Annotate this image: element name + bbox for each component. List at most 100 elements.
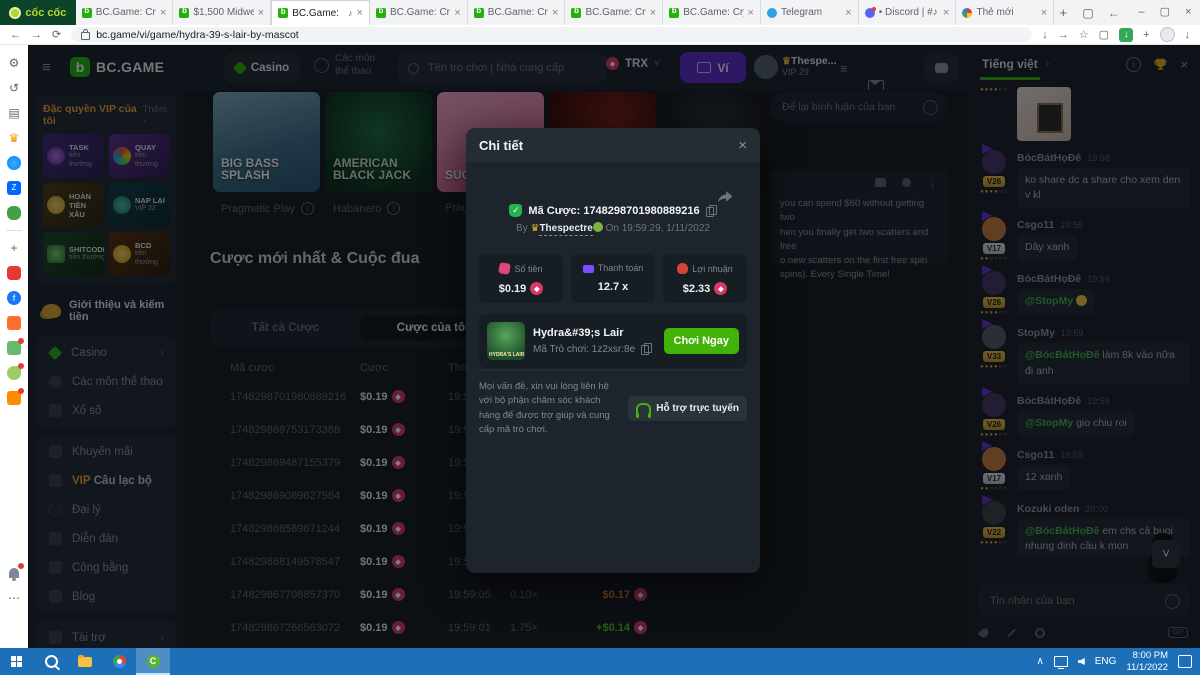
support-text: Mọi vấn đề, xin vui lòng liên hệ với bộ … (479, 380, 620, 437)
browser-tab[interactable]: BC.Game: Cryp× (468, 0, 566, 25)
crown-icon[interactable]: ♛ (6, 130, 22, 146)
modal-header: Chi tiết × (466, 128, 760, 162)
recently-closed-icon[interactable]: ← (1108, 6, 1120, 20)
system-tray: ∧ ENG 8:00 PM11/1/2022 (1036, 650, 1200, 674)
tab-close-icon[interactable]: × (650, 7, 656, 19)
copy-icon[interactable] (706, 205, 717, 217)
youtube-icon[interactable] (6, 265, 22, 281)
url-text[interactable]: bc.game/vi/game/hydra-39-s-lair-by-masco… (96, 29, 298, 41)
shop-icon[interactable] (6, 315, 22, 331)
play-now-button[interactable]: Chơi Ngay (664, 328, 740, 354)
reload-icon[interactable]: ⟳ (52, 28, 61, 41)
bcgame-favicon (179, 8, 189, 18)
window-maximize-button[interactable]: ▢ (1153, 0, 1176, 25)
facebook-icon[interactable]: f (6, 290, 22, 306)
reading-list-icon[interactable]: ▤ (6, 105, 22, 121)
browser-navbar: ← → ⟳ bc.game/vi/game/hydra-39-s-lair-by… (0, 25, 1200, 45)
more-dots-icon[interactable]: ⋯ (6, 590, 22, 606)
tab-close-icon[interactable]: × (357, 7, 363, 19)
taskbar-search-icon[interactable] (34, 648, 68, 675)
tab-close-icon[interactable]: × (943, 7, 949, 19)
start-button[interactable] (0, 648, 34, 675)
back-icon[interactable]: ← (10, 29, 21, 41)
add-sidebar-icon[interactable]: + (6, 240, 22, 256)
input-language[interactable]: ENG (1095, 656, 1117, 667)
copy-icon[interactable] (641, 343, 652, 355)
taskbar-clock[interactable]: 8:00 PM11/1/2022 (1126, 650, 1168, 674)
wallet-icon (583, 265, 594, 273)
tab-close-icon[interactable]: × (258, 7, 264, 19)
tab-close-icon[interactable]: × (552, 7, 558, 19)
bet-stats: Số tiền $0.19◆ Thanh toán 12.7 x Lợi nhu… (479, 254, 747, 303)
tab-audio-icon[interactable]: ♪ (348, 8, 353, 18)
browser-tab[interactable]: $1,500 Midwe× (173, 0, 271, 25)
gift-icon[interactable] (6, 340, 22, 356)
download-tray-icon[interactable]: ↓ (1042, 29, 1048, 41)
browser-tab[interactable]: BC.Game: Cryp× (76, 0, 174, 25)
action-center-icon[interactable] (1178, 655, 1192, 668)
sprout-icon[interactable] (6, 365, 22, 381)
modal-title: Chi tiết (479, 138, 523, 153)
bet-by-row: By ♛Thespectre On 19:59:29, 1/11/2022 (466, 222, 760, 234)
headset-icon (636, 403, 651, 414)
windows-taskbar: C ∧ ENG 8:00 PM11/1/2022 (0, 648, 1200, 675)
tab-close-icon[interactable]: × (748, 7, 754, 19)
bcgame-favicon (82, 8, 92, 18)
shield-icon[interactable]: ▢ (1099, 28, 1109, 41)
coccoc-taskbar-icon[interactable]: C (136, 648, 170, 675)
tab-close-icon[interactable]: × (160, 7, 166, 19)
downloader-icon[interactable]: ↓ (1119, 28, 1133, 42)
window-minimize-button[interactable]: – (1130, 0, 1153, 25)
browser-profile-icon[interactable] (1160, 27, 1175, 42)
tray-expand-icon[interactable]: ∧ (1036, 656, 1043, 667)
browser-tab[interactable]: Telegram× (761, 0, 859, 25)
volume-icon[interactable] (1078, 658, 1085, 665)
bet-datetime: 19:59:29, 1/11/2022 (622, 223, 710, 234)
live-support-button[interactable]: Hỗ trợ trực tuyến (628, 396, 747, 421)
messenger-icon[interactable] (6, 155, 22, 171)
network-icon[interactable] (1054, 656, 1068, 667)
share-icon[interactable]: → (1058, 29, 1069, 41)
divider (479, 370, 747, 371)
tab-close-icon[interactable]: × (1041, 7, 1047, 19)
verified-shield-icon: ✓ (509, 204, 522, 217)
bookmark-star-icon[interactable]: ☆ (1079, 28, 1089, 41)
history-icon[interactable]: ↺ (6, 80, 22, 96)
trx-coin-icon: ◆ (530, 282, 543, 295)
zalo-icon[interactable]: Z (6, 180, 22, 196)
support-row: Mọi vấn đề, xin vui lòng liên hệ với bộ … (479, 380, 747, 437)
modal-close-icon[interactable]: × (738, 137, 747, 154)
new-tab-button[interactable]: + (1054, 0, 1072, 25)
extensions-icon[interactable]: + (1143, 29, 1149, 41)
bet-details-modal: Chi tiết × ✓ Mã Cược: 174829870198088921… (466, 128, 760, 573)
notification-bell-icon[interactable] (6, 565, 22, 581)
cart-icon[interactable] (6, 390, 22, 406)
chrome-taskbar-icon[interactable] (102, 648, 136, 675)
window-close-button[interactable]: × (1177, 0, 1200, 25)
game-thumbnail[interactable]: HYDRA'S LAIR (487, 322, 525, 360)
tab-close-icon[interactable]: × (845, 7, 851, 19)
download-arrow-icon[interactable]: ↓ (1185, 29, 1191, 41)
browser-tab[interactable]: BC.Game: Cryp× (663, 0, 761, 25)
bet-id: Mã Cược: 1748298701980889216 (528, 205, 699, 217)
file-explorer-icon[interactable] (68, 648, 102, 675)
browser-tab-strip: cốc cốc BC.Game: Cryp× $1,500 Midwe× BC.… (0, 0, 1200, 25)
browser-tab[interactable]: BC.Game: Cryp× (370, 0, 468, 25)
settings-gear-icon[interactable]: ⚙ (6, 55, 22, 71)
tab-close-icon[interactable]: × (454, 7, 460, 19)
browser-tab[interactable]: • Discord | #♪× (859, 0, 957, 25)
game-code: Mã Trò chơi: 1z2xsr:8e (533, 344, 635, 355)
browser-brand[interactable]: cốc cốc (0, 0, 76, 25)
browser-tab[interactable]: Thẻ mới× (956, 0, 1054, 25)
coccoc-logo-icon (9, 7, 21, 19)
browser-tab[interactable]: BC.Game: Cry× (565, 0, 663, 25)
screen: cốc cốc BC.Game: Cryp× $1,500 Midwe× BC.… (0, 0, 1200, 675)
bet-author[interactable]: Thespectre (539, 223, 592, 236)
browser-tab-active[interactable]: BC.Game:♪× (271, 0, 370, 25)
forward-icon[interactable]: → (31, 29, 42, 41)
gamepad-icon[interactable] (6, 205, 22, 221)
address-bar[interactable]: bc.game/vi/game/hydra-39-s-lair-by-masco… (71, 27, 1032, 42)
tab-search-icon[interactable]: ▢ (1082, 6, 1093, 20)
lock-icon[interactable] (81, 32, 90, 40)
stat-amount: Số tiền $0.19◆ (479, 254, 563, 303)
